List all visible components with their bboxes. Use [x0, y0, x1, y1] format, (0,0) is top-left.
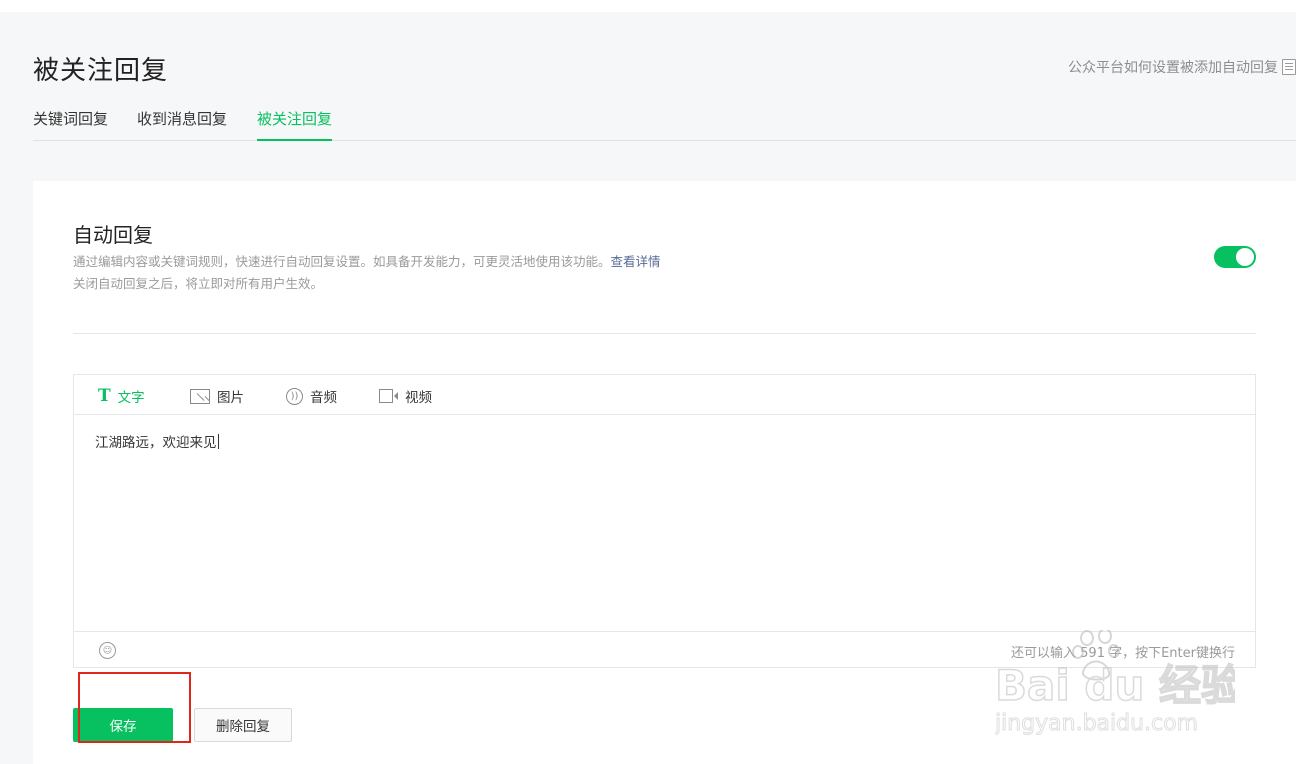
- reply-content-input[interactable]: 江湖路远，欢迎来见: [95, 431, 219, 451]
- help-link[interactable]: 公众平台如何设置被添加自动回复: [1068, 57, 1296, 77]
- media-tab-label: 文字: [117, 390, 145, 406]
- delete-reply-button[interactable]: 删除回复: [194, 708, 292, 742]
- baidu-jingyan-watermark: Bai du 经验 jingyan.baidu.com: [995, 630, 1235, 737]
- help-link-label[interactable]: 公众平台如何设置被添加自动回复: [1068, 57, 1278, 77]
- page-title: 被关注回复: [33, 56, 169, 86]
- watermark-brand: Bai du 经验: [995, 661, 1235, 710]
- media-tab-video[interactable]: 视频: [379, 386, 432, 406]
- video-icon: [379, 389, 398, 403]
- audio-icon: )): [286, 387, 303, 405]
- reply-editor: T 文字 图片 )) 音频 视频 江湖路远，欢迎来见 ☺ 还可以输入 591 字…: [73, 374, 1256, 668]
- emoji-icon[interactable]: ☺: [99, 642, 116, 659]
- description-line-2: 关闭自动回复之后，将立即对所有用户生效。: [73, 276, 324, 291]
- autoreply-title: 自动回复: [73, 223, 153, 247]
- tab-message-reply[interactable]: 收到消息回复: [137, 108, 227, 140]
- media-tab-label: 视频: [405, 390, 432, 406]
- watermark-url: jingyan.baidu.com: [995, 711, 1198, 736]
- reply-tabs: 关键词回复 收到消息回复 被关注回复: [33, 108, 1296, 141]
- highlight-annotation: [78, 672, 191, 743]
- divider: [73, 333, 1256, 334]
- media-tab-image[interactable]: 图片: [190, 386, 244, 406]
- details-link[interactable]: 查看详情: [611, 254, 661, 269]
- media-type-tabs: T 文字 图片 )) 音频 视频: [74, 375, 1255, 415]
- text-icon: T: [98, 385, 111, 406]
- tab-follow-reply[interactable]: 被关注回复: [257, 108, 333, 141]
- media-tab-label: 图片: [217, 390, 244, 406]
- text-caret: [217, 434, 219, 449]
- autoreply-toggle[interactable]: [1214, 246, 1256, 268]
- image-icon: [190, 388, 210, 404]
- media-tab-audio[interactable]: )) 音频: [286, 386, 337, 406]
- media-tab-text[interactable]: T 文字: [98, 386, 145, 406]
- tab-keyword-reply[interactable]: 关键词回复: [33, 108, 108, 140]
- document-icon[interactable]: [1282, 59, 1296, 75]
- toggle-knob: [1236, 248, 1254, 266]
- description-line-1: 通过编辑内容或关键词规则，快速进行自动回复设置。如具备开发能力，可更灵活地使用该…: [73, 254, 611, 269]
- reply-content-text[interactable]: 江湖路远，欢迎来见: [95, 435, 217, 451]
- media-tab-label: 音频: [310, 390, 337, 406]
- autoreply-description: 通过编辑内容或关键词规则，快速进行自动回复设置。如具备开发能力，可更灵活地使用该…: [73, 251, 661, 295]
